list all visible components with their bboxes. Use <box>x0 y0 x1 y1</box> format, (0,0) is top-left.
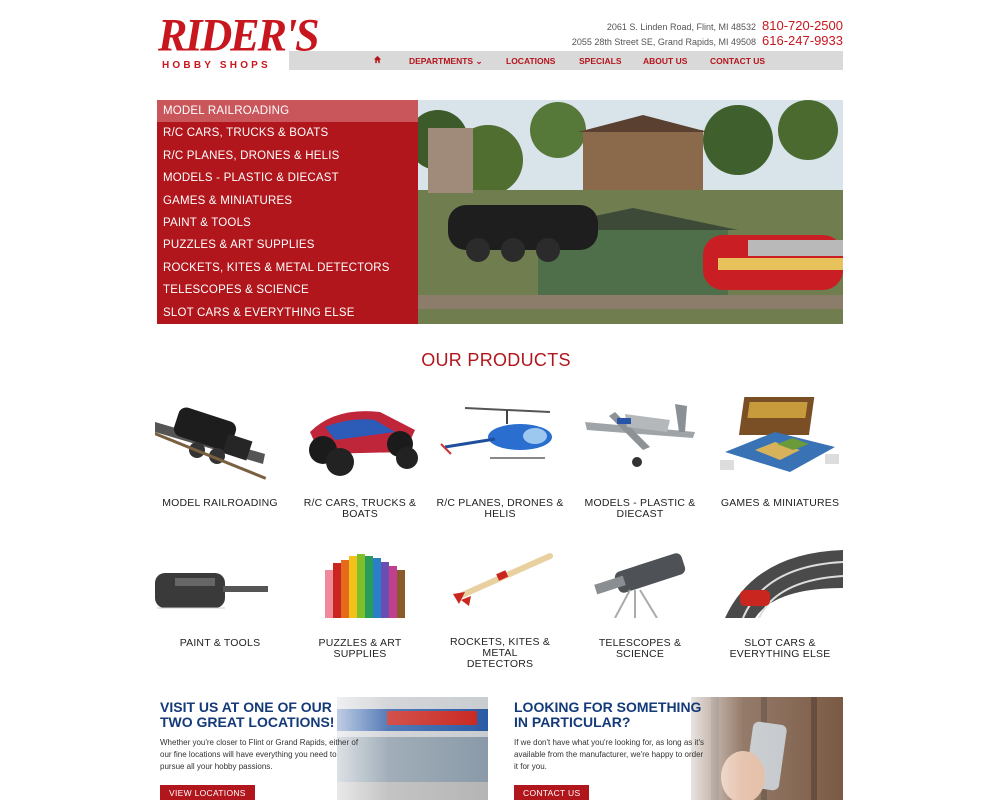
product-label: ROCKETS, KITES & METAL DETECTORS <box>435 637 565 670</box>
menu-item-puzzles[interactable]: PUZZLES & ART SUPPLIES <box>157 234 418 256</box>
menu-item-paint-tools[interactable]: PAINT & TOOLS <box>157 212 418 234</box>
helicopter-image <box>440 407 552 459</box>
logo-subtitle: HOBBY SHOPS <box>162 60 271 71</box>
promo-locations: VISIT US AT ONE OF OUR TWO GREAT LOCATIO… <box>157 697 488 800</box>
telescope-image <box>594 553 686 618</box>
product-label: MODELS - PLASTIC & DIECAST <box>575 498 705 520</box>
view-locations-button[interactable]: VIEW LOCATIONS <box>160 785 255 800</box>
promo-special-order: LOOKING FOR SOMETHING IN PARTICULAR? If … <box>511 697 843 800</box>
product-label: GAMES & MINIATURES <box>715 498 845 509</box>
menu-item-rc-cars[interactable]: R/C CARS, TRUCKS & BOATS <box>157 122 418 144</box>
rocket-image <box>453 553 553 606</box>
address-flint: 2061 S. Linden Road, Flint, MI 48532 <box>606 22 756 32</box>
chevron-down-icon: ⌄ <box>475 56 483 66</box>
menu-item-slot-cars[interactable]: SLOT CARS & EVERYTHING ELSE <box>157 302 418 324</box>
product-label: MODEL RAILROADING <box>155 498 285 509</box>
product-models[interactable]: MODELS - PLASTIC & DIECAST <box>575 392 705 522</box>
product-label-line2: EVERYTHING ELSE <box>729 648 831 660</box>
plane-model-image <box>585 404 695 467</box>
logo[interactable]: RIDER'S HOBBY SHOPS <box>158 12 320 74</box>
nav-specials[interactable]: SPECIALS <box>579 56 622 66</box>
product-label-line2: BOATS <box>342 508 378 520</box>
product-label-line1: ROCKETS, KITES & METAL <box>449 636 551 659</box>
menu-item-models[interactable]: MODELS - PLASTIC & DIECAST <box>157 167 418 189</box>
menu-item-games[interactable]: GAMES & MINIATURES <box>157 190 418 212</box>
promo-order-title: LOOKING FOR SOMETHING IN PARTICULAR? <box>514 699 702 730</box>
menu-item-rockets[interactable]: ROCKETS, KITES & METAL DETECTORS <box>157 257 418 279</box>
promo-locations-title: VISIT US AT ONE OF OUR TWO GREAT LOCATIO… <box>160 699 335 730</box>
hero-image <box>418 100 843 324</box>
train-image <box>155 407 267 480</box>
product-puzzles[interactable]: PUZZLES & ART SUPPLIES <box>295 548 425 668</box>
phone-flint[interactable]: 810-720-2500 <box>762 18 843 33</box>
contact-us-button[interactable]: CONTACT US <box>514 785 590 800</box>
product-label-line1: MODEL RAILROADING <box>162 497 278 509</box>
menu-item-model-railroading[interactable]: MODEL RAILROADING <box>157 100 418 123</box>
product-label-line1: GAMES & MINIATURES <box>720 497 840 509</box>
product-label-line1: PAINT & TOOLS <box>179 637 261 649</box>
product-telescopes[interactable]: TELESCOPES & SCIENCE <box>575 548 705 668</box>
nav-about[interactable]: ABOUT US <box>643 56 687 66</box>
promo-order-body: If we don't have what you're looking for… <box>514 738 705 771</box>
address-grand-rapids: 2055 28th Street SE, Grand Rapids, MI 49… <box>571 37 756 47</box>
board-game-image <box>720 397 839 472</box>
product-games[interactable]: GAMES & MINIATURES <box>715 392 845 522</box>
rc-truck-image <box>309 411 418 476</box>
phone-grand-rapids[interactable]: 616-247-9933 <box>762 33 843 48</box>
product-label: TELESCOPES & SCIENCE <box>575 638 705 660</box>
product-label-line2: DETECTORS <box>466 658 534 670</box>
product-rockets[interactable]: ROCKETS, KITES & METAL DETECTORS <box>435 548 565 670</box>
nav-departments[interactable]: DEPARTMENTS ⌄ <box>409 56 483 67</box>
menu-item-telescopes[interactable]: TELESCOPES & SCIENCE <box>157 279 418 301</box>
nav-locations[interactable]: LOCATIONS <box>506 56 555 66</box>
product-label: PUZZLES & ART SUPPLIES <box>295 638 425 660</box>
promo-locations-body: Whether you're closer to Flint or Grand … <box>160 738 359 771</box>
product-label: R/C CARS, TRUCKS & BOATS <box>295 498 425 520</box>
product-rc-cars[interactable]: R/C CARS, TRUCKS & BOATS <box>295 392 425 522</box>
product-label-line1: TELESCOPES & SCIENCE <box>598 637 682 660</box>
product-paint-tools[interactable]: PAINT & TOOLS <box>155 548 285 668</box>
product-label-line2: HELIS <box>484 508 516 520</box>
main-nav: DEPARTMENTS ⌄ LOCATIONS SPECIALS ABOUT U… <box>289 51 843 70</box>
colored-pencils-image <box>325 554 405 618</box>
menu-item-rc-planes[interactable]: R/C PLANES, DRONES & HELIS <box>157 145 418 167</box>
product-model-railroading[interactable]: MODEL RAILROADING <box>155 392 285 522</box>
product-label-line2: DIECAST <box>616 508 664 520</box>
product-label: R/C PLANES, DRONES & HELIS <box>435 498 565 520</box>
product-rc-planes[interactable]: R/C PLANES, DRONES & HELIS <box>435 392 565 522</box>
rotary-tool-image <box>155 573 268 609</box>
product-label: SLOT CARS & EVERYTHING ELSE <box>715 638 845 660</box>
slot-car-image <box>725 550 844 618</box>
product-slot-cars[interactable]: SLOT CARS & EVERYTHING ELSE <box>715 548 845 668</box>
page: RIDER'S HOBBY SHOPS 2061 S. Linden Road,… <box>0 0 992 800</box>
products-title: OUR PRODUCTS <box>421 350 571 370</box>
nav-departments-label: DEPARTMENTS <box>409 56 474 66</box>
nav-contact[interactable]: CONTACT US <box>710 56 765 66</box>
product-label-line1: PUZZLES & ART SUPPLIES <box>318 637 402 660</box>
category-menu: MODEL RAILROADING R/C CARS, TRUCKS & BOA… <box>157 100 418 324</box>
home-icon[interactable] <box>373 55 382 66</box>
product-label: PAINT & TOOLS <box>155 638 285 649</box>
